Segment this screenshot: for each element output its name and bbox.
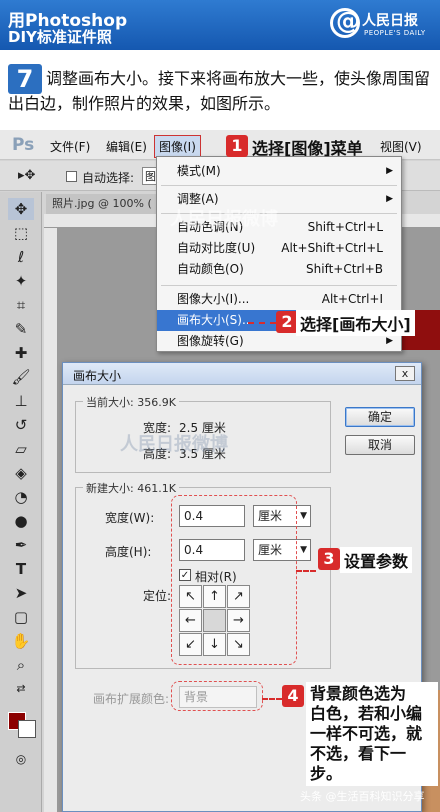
menu-item-label: 图像旋转(G)	[177, 334, 244, 348]
stamp-tool-icon[interactable]: ⊥	[8, 390, 34, 412]
callout-3-arrow	[296, 570, 316, 572]
height-label: 高度(H):	[105, 545, 152, 559]
callout-4-line: 不选，看下一步。	[310, 744, 407, 783]
menu-image[interactable]: 图像(I)	[154, 135, 201, 158]
blur-tool-icon[interactable]: ◔	[8, 486, 34, 508]
menu-item-mode[interactable]: 模式(M) ▶	[157, 161, 401, 182]
menu-item-shortcut: Shift+Ctrl+L	[307, 220, 383, 234]
current-size-label: 当前大小: 356.9K	[83, 394, 179, 410]
ps-logo: Ps	[12, 135, 35, 155]
vertical-ruler	[44, 228, 58, 812]
eraser-tool-icon[interactable]: ▱	[8, 438, 34, 460]
new-size-label: 新建大小: 461.1K	[83, 480, 179, 496]
zoom-tool-icon[interactable]: ⌕	[8, 654, 34, 676]
menu-item-label: 画布大小(S)...	[177, 313, 254, 327]
weibo-logo-icon	[330, 7, 360, 38]
healing-brush-icon[interactable]: ✚	[8, 342, 34, 364]
callout-4-line: 背景颜色选为	[310, 684, 407, 703]
callout-4-badge: 4	[282, 685, 304, 707]
chevron-down-icon: ▼	[300, 511, 307, 521]
menu-view[interactable]: 视图(V)	[380, 138, 422, 155]
bucket-tool-icon[interactable]: ◈	[8, 462, 34, 484]
magic-wand-icon[interactable]: ✦	[8, 270, 34, 292]
menu-item-shortcut: Alt+Shift+Ctrl+L	[281, 241, 383, 255]
cancel-button[interactable]: 取消	[345, 435, 415, 455]
ok-button[interactable]: 确定	[345, 407, 415, 427]
pen-tool-icon[interactable]: ✒	[8, 534, 34, 556]
watermark: 人民日报微博	[170, 209, 278, 230]
close-icon[interactable]: x	[395, 366, 415, 381]
move-tool-icon[interactable]: ▸✥	[18, 168, 35, 183]
anchor-label: 定位:	[143, 589, 172, 603]
menu-item-auto-contrast[interactable]: 自动对比度(U) Alt+Shift+Ctrl+L	[157, 238, 401, 259]
menu-item-label: 图像大小(I)...	[177, 292, 250, 306]
dialog-titlebar: 画布大小 x	[63, 363, 421, 385]
ext-color-label: 画布扩展颜色:	[93, 692, 170, 706]
swap-colors-icon[interactable]: ⇄	[8, 678, 34, 700]
path-select-icon[interactable]: ➤	[8, 582, 34, 604]
callout-4-arrow	[262, 698, 282, 700]
dodge-tool-icon[interactable]: ●	[8, 510, 34, 532]
step-caption: 调整画布大小。接下来将画布放大一些，使头像周围留出白边，制作照片的效果，如图所示…	[0, 50, 440, 130]
footer-credit: 头条 @生活百科知识分享	[300, 790, 425, 803]
callout-1-text: 选择[图像]菜单	[252, 139, 363, 158]
hand-tool-icon[interactable]: ✋	[8, 630, 34, 652]
watermark: 人民日报微博	[120, 434, 228, 455]
step-text: 调整画布大小。接下来将画布放大一些，使头像周围留出白边，制作照片的效果，如图所示…	[8, 69, 431, 113]
chevron-down-icon: ▼	[300, 545, 307, 555]
step-number: 7	[8, 64, 42, 94]
move-tool-icon[interactable]: ✥	[8, 198, 34, 220]
menu-item-shortcut: Alt+Ctrl+I	[321, 292, 383, 306]
menu-separator	[161, 285, 397, 286]
width-label: 宽度(W):	[105, 511, 155, 525]
marquee-tool-icon[interactable]: ⬚	[8, 222, 34, 244]
menu-file[interactable]: 文件(F)	[50, 138, 90, 155]
eyedropper-icon[interactable]: ✎	[8, 318, 34, 340]
callout-2-badge: 2	[276, 311, 298, 333]
banner-title-line2: DIY标准证件照	[8, 28, 112, 46]
header-banner: 用Photoshop DIY标准证件照 人民日报 PEOPLE'S DAILY	[0, 0, 440, 50]
callout-4-line: 白色，若和小编	[310, 704, 423, 723]
submenu-arrow-icon: ▶	[386, 166, 393, 176]
quick-mask-icon[interactable]: ◎	[8, 748, 34, 770]
menu-item-label: 调整(A)	[177, 192, 219, 206]
brand-name: 人民日报	[362, 13, 418, 29]
brand-sub: PEOPLE'S DAILY	[364, 29, 426, 37]
callout-2-arrow	[248, 322, 276, 324]
menu-item-image-size[interactable]: 图像大小(I)... Alt+Ctrl+I	[157, 289, 401, 310]
menu-item-label: 自动对比度(U)	[177, 241, 256, 255]
callout-4-line: 一样不可选，就	[310, 724, 423, 743]
background-color-swatch[interactable]	[18, 720, 36, 738]
menu-edit[interactable]: 编辑(E)	[106, 138, 147, 155]
callout-3-badge: 3	[318, 548, 340, 570]
highlight-ext-color-box	[171, 681, 263, 711]
auto-select-label: 自动选择:	[82, 171, 135, 185]
lasso-tool-icon[interactable]: ℓ	[8, 246, 34, 268]
callout-2-text: 选择[画布大小]	[296, 310, 415, 336]
photoshop-window: Ps 文件(F) 编辑(E) 图像(I) 视图(V) ▸✥ 自动选择: 图 ✥ …	[0, 130, 440, 812]
callout-1-badge: 1	[226, 135, 248, 157]
crop-tool-icon[interactable]: ⌗	[8, 294, 34, 316]
auto-select-checkbox[interactable]	[66, 171, 77, 182]
type-tool-icon[interactable]: T	[8, 558, 34, 580]
callout-3-text: 设置参数	[340, 547, 413, 573]
menu-item-shortcut: Shift+Ctrl+B	[306, 262, 383, 276]
shape-tool-icon[interactable]: ▢	[8, 606, 34, 628]
highlight-params-box	[171, 495, 297, 665]
brush-tool-icon[interactable]: 🖌	[8, 366, 34, 388]
callout-4-text: 背景颜色选为 白色，若和小编 一样不可选，就 不选，看下一步。	[306, 682, 438, 786]
menu-item-label: 模式(M)	[177, 164, 221, 178]
toolbox: ✥ ⬚ ℓ ✦ ⌗ ✎ ✚ 🖌 ⊥ ↺ ▱ ◈ ◔ ● ✒ T ➤ ▢ ✋ ⌕ …	[0, 192, 42, 812]
submenu-arrow-icon: ▶	[386, 194, 393, 204]
dialog-title: 画布大小	[73, 369, 122, 383]
history-brush-icon[interactable]: ↺	[8, 414, 34, 436]
menu-item-auto-color[interactable]: 自动颜色(O) Shift+Ctrl+B	[157, 259, 401, 280]
menu-item-label: 自动颜色(O)	[177, 262, 244, 276]
menu-separator	[161, 185, 397, 186]
